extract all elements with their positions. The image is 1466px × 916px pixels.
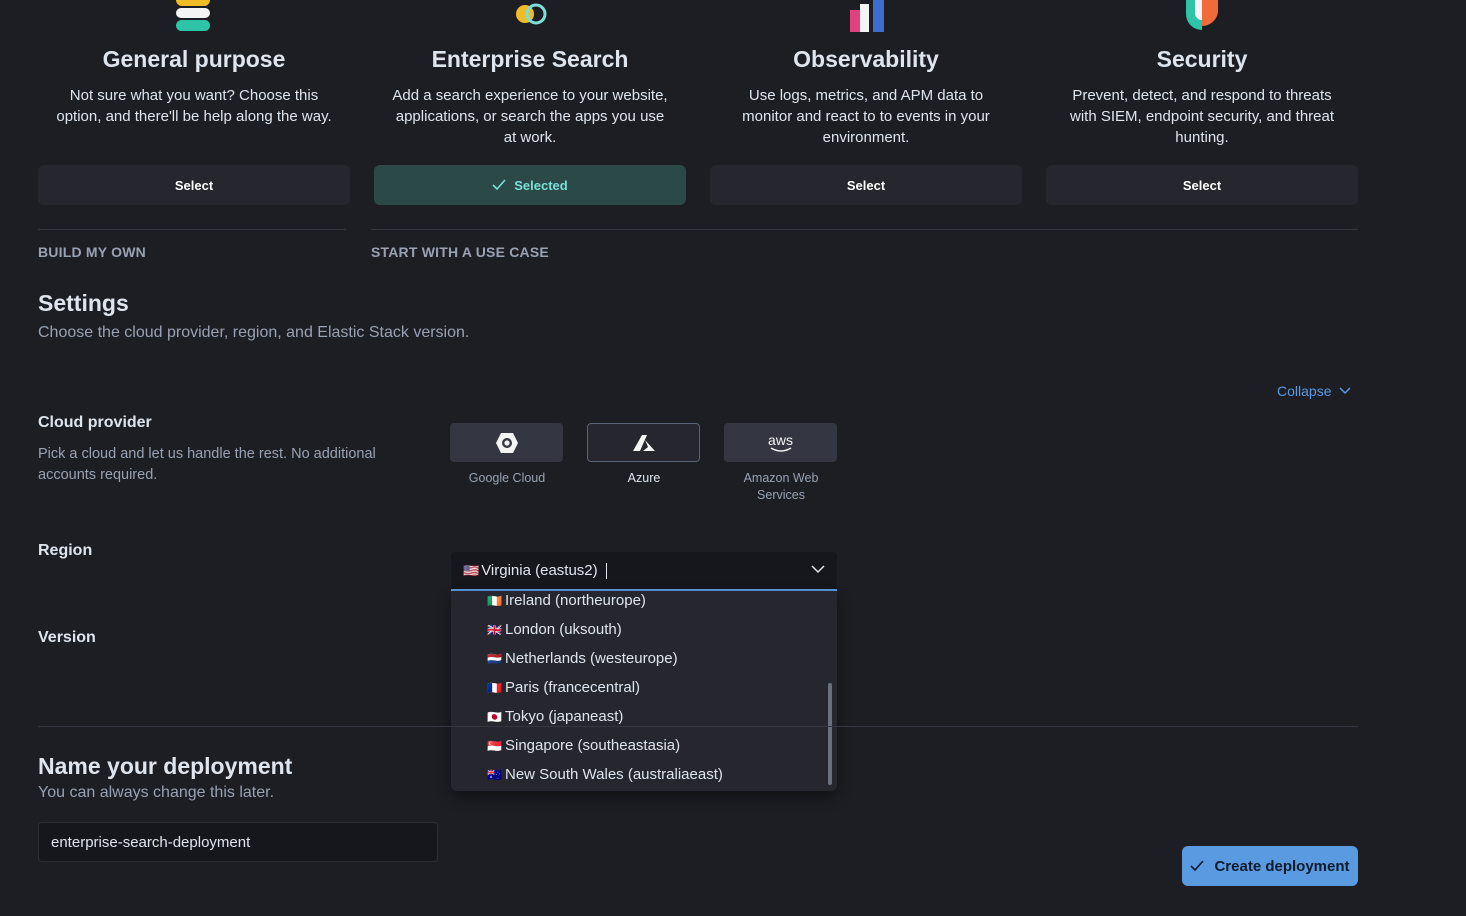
region-option-label: Singapore (southeastasia) [505,737,681,754]
collapse-label: Collapse [1277,383,1332,399]
provider-google-cloud-button[interactable] [450,423,563,462]
deployment-name-input[interactable]: enterprise-search-deployment [38,822,438,862]
check-icon [492,179,506,191]
netherlands-flag-icon: 🇳🇱 [487,651,502,666]
provider-aws-button[interactable]: aws [724,423,837,462]
region-option-label: Netherlands (westeurope) [505,650,678,667]
chevron-down-icon[interactable] [811,564,825,574]
settings-subtitle: Choose the cloud provider, region, and E… [38,324,470,341]
select-enterprise-search-button[interactable]: Selected [374,165,686,205]
tab-build-my-own[interactable]: BUILD MY OWN [38,244,146,260]
use-case-card-security: Security Prevent, detect, and respond to… [1046,0,1358,205]
card-title: Enterprise Search [431,46,629,72]
observability-logo-icon [846,0,886,32]
settings-title: Settings [38,290,129,316]
region-label: Region [38,542,93,559]
region-option-label: Tokyo (japaneast) [505,708,624,725]
region-option[interactable]: 🇫🇷 Paris (francecentral) [487,679,640,696]
button-label: Select [846,177,886,193]
select-general-purpose-button[interactable]: Select [38,165,350,205]
use-case-card-observability: Observability Use logs, metrics, and APM… [710,0,1022,205]
card-title: General purpose [102,46,286,72]
create-deployment-label: Create deployment [1214,857,1350,875]
button-label: Select [1182,177,1222,193]
card-description: Use logs, metrics, and APM data to monit… [742,87,990,146]
use-case-card-general-purpose: General purpose Not sure what you want? … [38,0,350,205]
card-description: Prevent, detect, and respond to threats … [1069,87,1335,146]
us-flag-icon: 🇺🇸 [463,562,480,578]
security-logo-icon [1182,0,1222,32]
australia-flag-icon: 🇦🇺 [487,767,502,782]
region-option[interactable]: 🇮🇪 Ireland (northeurope) [487,592,646,609]
enterprise-search-logo-icon [510,0,550,32]
card-description: Add a search experience to your website,… [392,87,668,146]
azure-icon [632,434,655,451]
region-option[interactable]: 🇳🇱 Netherlands (westeurope) [487,650,678,667]
uk-flag-icon: 🇬🇧 [487,622,502,637]
dropdown-scrollbar[interactable] [828,683,832,785]
provider-label-aws: Amazon Web Services [743,471,819,502]
region-option-label: Ireland (northeurope) [505,592,646,609]
singapore-flag-icon: 🇸🇬 [487,738,502,753]
aws-logo-text: aws [768,431,793,448]
region-option[interactable]: 🇦🇺 New South Wales (australiaeast) [487,766,723,783]
region-option[interactable]: 🇸🇬 Singapore (southeastasia) [487,737,680,754]
general-purpose-logo-icon [174,0,214,32]
create-deployment-button[interactable]: Create deployment [1182,846,1358,886]
tab-divider-left [38,229,346,230]
chevron-down-icon [1339,387,1352,395]
region-option-label: Paris (francecentral) [505,679,641,696]
region-dropdown-list[interactable]: 🇮🇪 Ireland (northeurope) 🇬🇧 London (uksout… [451,591,837,791]
region-option[interactable]: 🇬🇧 London (uksouth) [487,621,622,638]
france-flag-icon: 🇫🇷 [487,680,502,695]
provider-azure-button[interactable] [587,423,700,462]
provider-label-azure: Azure [627,471,661,485]
version-label: Version [38,629,96,646]
button-label: Select [174,177,214,193]
card-title: Security [1156,46,1248,72]
region-value: Virginia (eastus2) [481,562,598,579]
region-option[interactable]: 🇯🇵 Tokyo (japaneast) [487,708,623,725]
collapse-button[interactable]: Collapse [1277,383,1352,399]
card-title: Observability [793,46,939,72]
google-cloud-icon [495,432,518,453]
region-option-label: London (uksouth) [505,621,622,638]
provider-label-google-cloud: Google Cloud [468,471,546,485]
tab-divider-right [371,229,1358,230]
deployment-name-title: Name your deployment [38,753,293,779]
check-icon [1190,860,1205,872]
select-observability-button[interactable]: Select [710,165,1022,205]
japan-flag-icon: 🇯🇵 [487,709,502,724]
section-divider [38,726,1358,727]
button-label: Selected [514,177,568,193]
region-option-label: New South Wales (australiaeast) [505,766,723,783]
region-combobox[interactable]: 🇺🇸 Virginia (eastus2) [451,552,837,591]
text-caret [605,562,607,579]
use-case-card-enterprise-search: Enterprise Search Add a search experienc… [374,0,686,205]
ireland-flag-icon: 🇮🇪 [487,593,502,608]
select-security-button[interactable]: Select [1046,165,1358,205]
cloud-provider-label: Cloud provider [38,414,152,431]
deployment-name-subtitle: You can always change this later. [38,784,275,801]
card-description: Not sure what you want? Choose this opti… [56,87,332,125]
tab-start-with-use-case[interactable]: START WITH A USE CASE [371,244,549,260]
cloud-provider-help: Pick a cloud and let us handle the rest.… [38,446,376,483]
aws-icon: aws [768,433,793,453]
